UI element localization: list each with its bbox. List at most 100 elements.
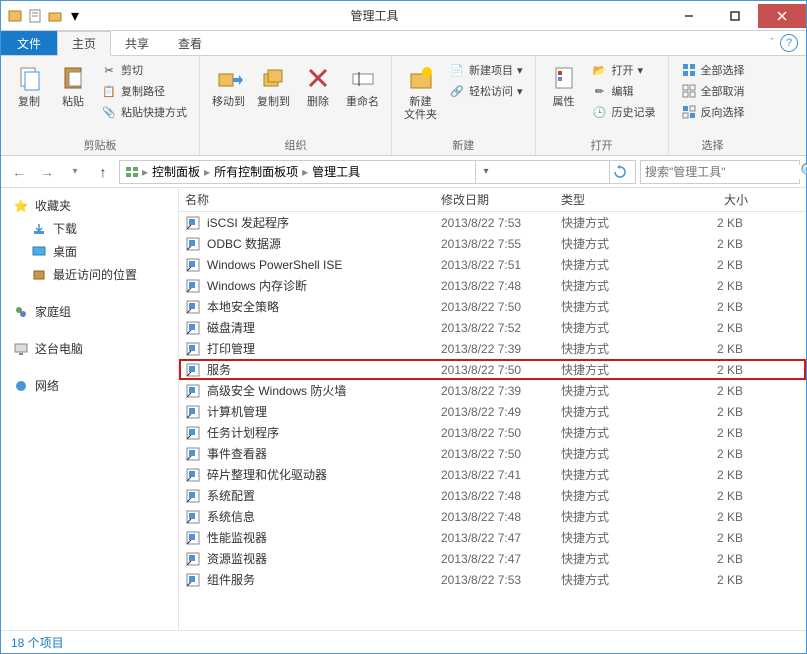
file-row[interactable]: 系统配置2013/8/22 7:48快捷方式2 KB (179, 485, 806, 506)
file-name: 性能监视器 (207, 529, 267, 546)
column-type[interactable]: 类型 (555, 191, 675, 208)
sidebar-item-homegroup[interactable]: 家庭组 (1, 300, 178, 323)
file-row[interactable]: 碎片整理和优化驱动器2013/8/22 7:41快捷方式2 KB (179, 464, 806, 485)
qat-newfolder-icon[interactable] (47, 8, 63, 24)
file-row[interactable]: 服务2013/8/22 7:50快捷方式2 KB (179, 359, 806, 380)
file-row[interactable]: 资源监视器2013/8/22 7:47快捷方式2 KB (179, 548, 806, 569)
ribbon-group-organize: 移动到 复制到 删除 重命名 组织 (200, 56, 392, 155)
file-date: 2013/8/22 7:53 (435, 216, 555, 230)
open-button[interactable]: 📂打开 ▾ (588, 60, 660, 80)
properties-button[interactable]: 属性 (544, 60, 584, 111)
search-input[interactable] (645, 165, 800, 179)
chevron-right-icon[interactable]: ▸ (142, 165, 148, 179)
copypath-icon: 📋 (101, 83, 117, 99)
file-row[interactable]: Windows PowerShell ISE2013/8/22 7:51快捷方式… (179, 254, 806, 275)
recent-locations-button[interactable]: ▾ (63, 160, 87, 184)
breadcrumb-dropdown[interactable]: ▾ (475, 161, 497, 183)
moveto-button[interactable]: 移动到 (208, 60, 249, 111)
search-icon[interactable]: 🔍 (800, 162, 807, 182)
newfolder-button[interactable]: 新建 文件夹 (400, 60, 441, 124)
qat-properties-icon[interactable] (27, 8, 43, 24)
tab-home[interactable]: 主页 (57, 31, 111, 56)
easyaccess-button[interactable]: 🔗轻松访问 ▾ (445, 81, 527, 101)
sidebar-item-network[interactable]: 网络 (1, 374, 178, 397)
computer-icon (13, 341, 29, 357)
breadcrumb[interactable]: ▸ 控制面板 ▸ 所有控制面板项 ▸ 管理工具 ▾ (119, 160, 636, 184)
sidebar-item-recent[interactable]: 最近访问的位置 (1, 263, 178, 286)
selectall-button[interactable]: 全部选择 (677, 60, 749, 80)
selectnone-button[interactable]: 全部取消 (677, 81, 749, 101)
file-row[interactable]: Windows 内存诊断2013/8/22 7:48快捷方式2 KB (179, 275, 806, 296)
file-size: 2 KB (675, 531, 755, 545)
cut-button[interactable]: ✂剪切 (97, 60, 191, 80)
invertselect-button[interactable]: 反向选择 (677, 102, 749, 122)
newitem-button[interactable]: 📄新建项目 ▾ (445, 60, 527, 80)
copypath-button[interactable]: 📋复制路径 (97, 81, 191, 101)
file-date: 2013/8/22 7:47 (435, 552, 555, 566)
file-name: 计算机管理 (207, 403, 267, 420)
pasteshortcut-icon: 📎 (101, 104, 117, 120)
help-button[interactable]: ? (780, 34, 798, 52)
chevron-right-icon[interactable]: ▸ (302, 165, 308, 179)
rename-button[interactable]: 重命名 (342, 60, 383, 111)
ribbon: 复制 粘贴 ✂剪切 📋复制路径 📎粘贴快捷方式 剪贴板 移动到 复制到 (1, 56, 806, 156)
history-button[interactable]: 🕒历史记录 (588, 102, 660, 122)
file-row[interactable]: ODBC 数据源2013/8/22 7:55快捷方式2 KB (179, 233, 806, 254)
back-button[interactable]: ← (7, 160, 31, 184)
file-row[interactable]: 本地安全策略2013/8/22 7:50快捷方式2 KB (179, 296, 806, 317)
newfolder-icon (405, 62, 437, 94)
maximize-button[interactable] (712, 4, 758, 28)
sidebar-item-desktop[interactable]: 桌面 (1, 240, 178, 263)
tab-view[interactable]: 查看 (164, 31, 217, 55)
file-type: 快捷方式 (555, 508, 675, 525)
file-type: 快捷方式 (555, 487, 675, 504)
close-button[interactable] (758, 4, 806, 28)
file-row[interactable]: 性能监视器2013/8/22 7:47快捷方式2 KB (179, 527, 806, 548)
chevron-right-icon[interactable]: ▸ (204, 165, 210, 179)
network-icon (13, 378, 29, 394)
tab-file[interactable]: 文件 (1, 31, 57, 55)
selectnone-icon (681, 83, 697, 99)
file-row[interactable]: 组件服务2013/8/22 7:53快捷方式2 KB (179, 569, 806, 590)
file-row[interactable]: iSCSI 发起程序2013/8/22 7:53快捷方式2 KB (179, 212, 806, 233)
edit-button[interactable]: ✏编辑 (588, 81, 660, 101)
breadcrumb-controlpanel[interactable]: 控制面板 (150, 163, 202, 180)
breadcrumb-allitems[interactable]: 所有控制面板项 (212, 163, 300, 180)
ribbon-group-new: 新建 文件夹 📄新建项目 ▾ 🔗轻松访问 ▾ 新建 (392, 56, 536, 155)
forward-button[interactable]: → (35, 160, 59, 184)
column-size[interactable]: 大小 (675, 191, 755, 208)
sidebar-item-favorites[interactable]: ⭐收藏夹 (1, 194, 178, 217)
file-row[interactable]: 系统信息2013/8/22 7:48快捷方式2 KB (179, 506, 806, 527)
search-box[interactable]: 🔍 (640, 160, 800, 184)
paste-icon (57, 62, 89, 94)
sidebar: ⭐收藏夹 下载 桌面 最近访问的位置 家庭组 这台电脑 网络 (1, 188, 179, 630)
rename-icon (347, 62, 379, 94)
delete-button[interactable]: 删除 (298, 60, 338, 111)
ribbon-collapse-icon[interactable]: ˇ (770, 37, 774, 49)
copyto-button[interactable]: 复制到 (253, 60, 294, 111)
file-row[interactable]: 事件查看器2013/8/22 7:50快捷方式2 KB (179, 443, 806, 464)
file-row[interactable]: 计算机管理2013/8/22 7:49快捷方式2 KB (179, 401, 806, 422)
paste-button[interactable]: 粘贴 (53, 60, 93, 111)
file-size: 2 KB (675, 552, 755, 566)
file-list: 名称 修改日期 类型 大小 iSCSI 发起程序2013/8/22 7:53快捷… (179, 188, 806, 630)
up-button[interactable]: ↑ (91, 160, 115, 184)
breadcrumb-admintools[interactable]: 管理工具 (310, 163, 362, 180)
file-row[interactable]: 任务计划程序2013/8/22 7:50快捷方式2 KB (179, 422, 806, 443)
qat-dropdown-icon[interactable]: ▾ (67, 8, 83, 24)
column-name[interactable]: 名称 (179, 191, 435, 208)
file-row[interactable]: 打印管理2013/8/22 7:39快捷方式2 KB (179, 338, 806, 359)
sidebar-item-thispc[interactable]: 这台电脑 (1, 337, 178, 360)
refresh-button[interactable] (609, 161, 631, 183)
copy-button[interactable]: 复制 (9, 60, 49, 111)
minimize-button[interactable] (666, 4, 712, 28)
file-size: 2 KB (675, 405, 755, 419)
file-row[interactable]: 磁盘清理2013/8/22 7:52快捷方式2 KB (179, 317, 806, 338)
sidebar-item-downloads[interactable]: 下载 (1, 217, 178, 240)
file-name: 资源监视器 (207, 550, 267, 567)
tab-share[interactable]: 共享 (111, 31, 164, 55)
file-row[interactable]: 高级安全 Windows 防火墙2013/8/22 7:39快捷方式2 KB (179, 380, 806, 401)
column-date[interactable]: 修改日期 (435, 191, 555, 208)
file-name: 系统配置 (207, 487, 255, 504)
pasteshortcut-button[interactable]: 📎粘贴快捷方式 (97, 102, 191, 122)
